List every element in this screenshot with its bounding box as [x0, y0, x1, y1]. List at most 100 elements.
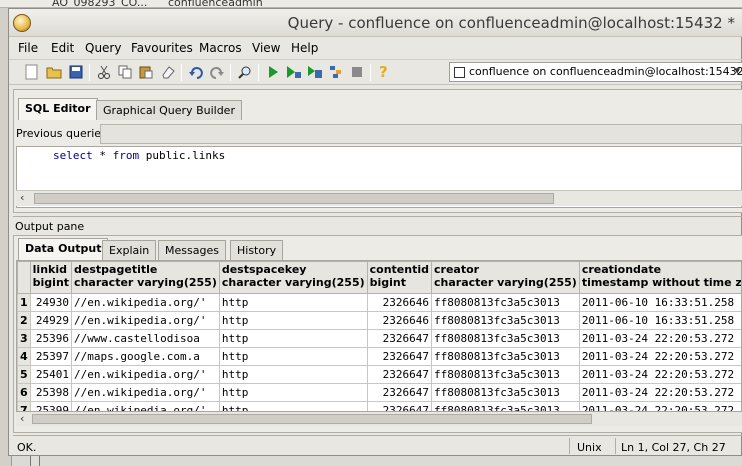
table-cell[interactable]: ff8080813fc3a5c3013 [431, 293, 580, 312]
table-cell[interactable]: 2326646 [366, 293, 433, 312]
row-header-corner[interactable] [17, 261, 31, 294]
table-cell[interactable]: //en.wikipedia.org/' [71, 293, 220, 312]
paste-icon[interactable] [137, 63, 155, 81]
table-cell[interactable]: 2011-03-24 22:20:53.272 [578, 383, 741, 402]
menu-file[interactable]: File [18, 41, 38, 55]
table-cell[interactable]: 2326647 [366, 383, 433, 402]
table-cell[interactable]: ff8080813fc3a5c3013 [431, 329, 580, 348]
grid-horizontal-scrollbar[interactable]: ‹ [16, 412, 742, 426]
column-header[interactable]: contentid bigint [366, 261, 433, 294]
table-cell[interactable]: 25399 [29, 401, 73, 411]
tab-messages[interactable]: Messages [158, 240, 226, 260]
table-row[interactable]: 5 25401//en.wikipedia.org/' http 2326647 ff8… [17, 365, 741, 384]
execute-icon[interactable] [264, 63, 282, 81]
row-number[interactable]: 5 [17, 365, 31, 384]
table-cell[interactable]: 25398 [29, 383, 73, 402]
column-header[interactable]: creationdatetimestamp without time zone [578, 261, 741, 294]
table-cell[interactable]: http [218, 347, 368, 366]
table-cell[interactable]: //en.wikipedia.org/' [71, 401, 220, 411]
table-cell[interactable]: 25396 [29, 329, 73, 348]
redo-icon[interactable] [208, 63, 226, 81]
table-cell[interactable]: 25397 [29, 347, 73, 366]
save-icon[interactable] [67, 63, 85, 81]
table-cell[interactable]: 2326646 [366, 311, 433, 330]
table-cell[interactable]: 2011-06-10 16:33:51.258 [578, 293, 741, 312]
new-icon[interactable] [23, 63, 41, 81]
row-number[interactable]: 6 [17, 383, 31, 402]
table-cell[interactable]: //en.wikipedia.org/' [71, 365, 220, 384]
cut-icon[interactable] [95, 63, 113, 81]
table-cell[interactable]: //www.castellodisoa [71, 329, 220, 348]
tab-history[interactable]: History [230, 240, 284, 260]
table-cell[interactable]: 2326647 [366, 365, 433, 384]
menu-view[interactable]: View [252, 41, 280, 55]
explain-icon[interactable] [327, 63, 345, 81]
table-cell[interactable]: 2326647 [366, 329, 433, 348]
table-cell[interactable]: 25401 [29, 365, 73, 384]
scroll-left-icon[interactable]: ‹ [20, 191, 24, 204]
table-cell[interactable]: http [218, 401, 368, 411]
table-cell[interactable]: //en.wikipedia.org/' [71, 383, 220, 402]
table-cell[interactable]: 2011-03-24 22:20:53.272 [578, 329, 741, 348]
scrollbar-thumb[interactable] [32, 414, 592, 424]
cancel-icon[interactable] [348, 63, 366, 81]
table-row[interactable]: 4 25397//maps.google.com.a http 2326647 ff80… [17, 347, 741, 366]
table-cell[interactable]: http [218, 383, 368, 402]
table-cell[interactable]: 2011-06-10 16:33:51.258 [578, 311, 741, 330]
menu-query[interactable]: Query [85, 41, 121, 55]
table-cell[interactable]: 2326647 [366, 401, 433, 411]
menu-edit[interactable]: Edit [51, 41, 74, 55]
scroll-left-icon[interactable]: ‹ [20, 412, 24, 425]
table-row[interactable]: 6 25398//en.wikipedia.org/' http 2326647 ff8… [17, 383, 741, 402]
column-header[interactable]: creator character varying(255) [431, 261, 580, 294]
find-icon[interactable] [236, 63, 254, 81]
help-icon[interactable]: ? [375, 63, 393, 81]
table-cell[interactable]: http [218, 293, 368, 312]
previous-queries-dropdown[interactable] [100, 124, 742, 144]
table-cell[interactable]: ff8080813fc3a5c3013 [431, 401, 580, 411]
column-header[interactable]: destspacekey character varying(255) [218, 261, 368, 294]
table-cell[interactable]: 24929 [29, 311, 73, 330]
menu-favourites[interactable]: Favourites [131, 41, 193, 55]
column-header[interactable]: linkid bigint [29, 261, 73, 294]
menu-help[interactable]: Help [291, 41, 318, 55]
table-cell[interactable]: //en.wikipedia.org/' [71, 311, 220, 330]
editor-horizontal-scrollbar[interactable]: ‹ [16, 190, 742, 206]
table-row[interactable]: 1 24930//en.wikipedia.org/' http 2326646 ff8… [17, 293, 741, 312]
execute-pgscript-icon[interactable] [285, 63, 303, 81]
row-number[interactable]: 2 [17, 311, 31, 330]
open-icon[interactable] [45, 63, 63, 81]
tab-sql-editor[interactable]: SQL Editor [18, 98, 98, 120]
table-cell[interactable]: http [218, 311, 368, 330]
row-number[interactable]: 1 [17, 293, 31, 312]
column-header[interactable]: destpagetitle character varying(255) [71, 261, 220, 294]
row-number[interactable]: 3 [17, 329, 31, 348]
table-cell[interactable]: http [218, 365, 368, 384]
tab-data-output[interactable]: Data Output [18, 238, 109, 260]
clear-icon[interactable] [159, 63, 177, 81]
connection-checkbox[interactable] [454, 67, 465, 78]
copy-icon[interactable] [116, 63, 134, 81]
table-cell[interactable]: ff8080813fc3a5c3013 [431, 347, 580, 366]
menu-macros[interactable]: Macros [199, 41, 242, 55]
row-number[interactable]: 4 [17, 347, 31, 366]
table-cell[interactable]: 24930 [29, 293, 73, 312]
scrollbar-thumb[interactable] [34, 193, 554, 204]
undo-icon[interactable] [187, 63, 205, 81]
table-cell[interactable]: 2326647 [366, 347, 433, 366]
connection-select[interactable]: confluence on confluenceadmin@localhost:… [449, 62, 742, 82]
table-cell[interactable]: 2011-03-24 22:20:53.272 [578, 365, 741, 384]
table-cell[interactable]: ff8080813fc3a5c3013 [431, 365, 580, 384]
tab-graphical-query-builder[interactable]: Graphical Query Builder [96, 100, 242, 120]
table-cell[interactable]: 2011-03-24 22:20:53.272 [578, 401, 741, 411]
execute-to-file-icon[interactable] [306, 63, 324, 81]
table-row[interactable]: 2 24929//en.wikipedia.org/' http 2326646 ff8… [17, 311, 741, 330]
table-cell[interactable]: ff8080813fc3a5c3013 [431, 383, 580, 402]
table-cell[interactable]: 2011-03-24 22:20:53.272 [578, 347, 741, 366]
table-row[interactable]: 7 25399//en.wikipedia.org/' http 2326647 ff8… [17, 401, 741, 411]
table-cell[interactable]: //maps.google.com.a [71, 347, 220, 366]
chevron-down-icon[interactable]: ▾ [734, 64, 740, 77]
table-row[interactable]: 3 25396//www.castellodisoa http 2326647 ff80… [17, 329, 741, 348]
tab-explain[interactable]: Explain [102, 240, 157, 260]
table-cell[interactable]: ff8080813fc3a5c3013 [431, 311, 580, 330]
